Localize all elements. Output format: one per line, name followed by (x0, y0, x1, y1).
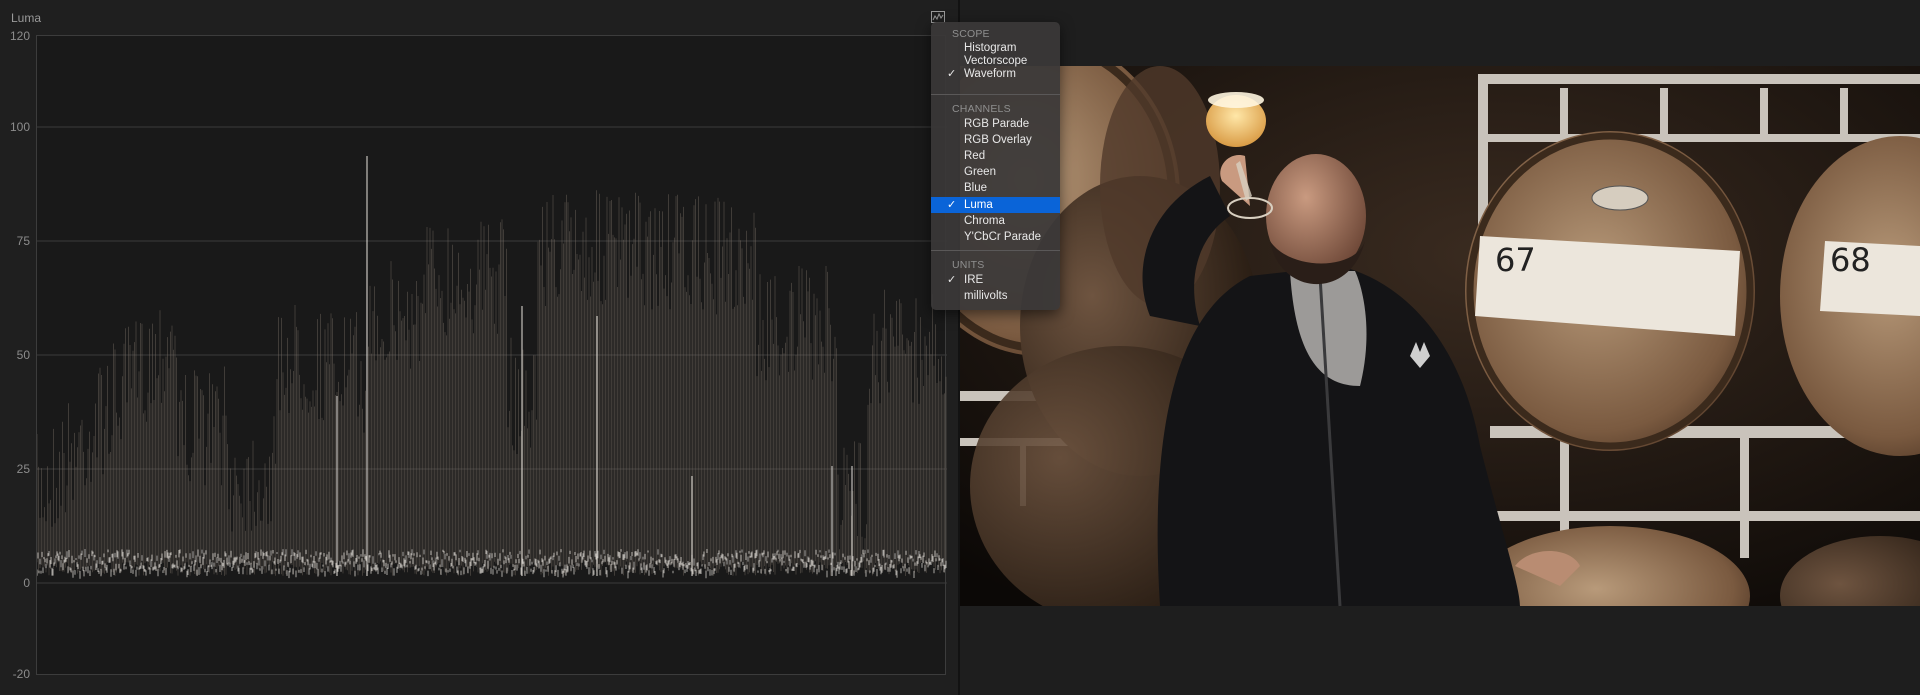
menu-item-label: Blue (964, 182, 988, 194)
barrel-number: 68 (1830, 241, 1871, 279)
menu-section-scope: SCOPE (952, 28, 990, 40)
checkmark-icon: ✓ (947, 68, 957, 80)
menu-item-label: Red (964, 150, 986, 162)
app-window: Luma 120 100 75 50 25 0 -20 67 68 SCOPE … (0, 0, 1920, 695)
menu-separator (931, 94, 1060, 95)
menu-item-waveform[interactable]: ✓ Waveform (931, 66, 1060, 82)
menu-item-ire[interactable]: ✓ IRE (931, 272, 1060, 288)
menu-item-red[interactable]: Red (931, 148, 1060, 164)
menu-item-label: Chroma (964, 215, 1005, 227)
scope-display-menu: SCOPE Histogram Vectorscope ✓ Waveform C… (931, 22, 1060, 310)
menu-item-label: millivolts (964, 290, 1008, 302)
waveform-graticule (36, 35, 947, 675)
menu-item-label: Green (964, 166, 996, 178)
checkmark-icon: ✓ (947, 274, 957, 286)
menu-item-rgb-parade[interactable]: RGB Parade (931, 116, 1060, 132)
menu-item-label: RGB Overlay (964, 134, 1032, 146)
viewer-frame-image: 67 68 (960, 66, 1920, 606)
barrel-number: 67 (1495, 241, 1536, 279)
menu-item-ycbcr-parade[interactable]: Y'CbCr Parade (931, 229, 1060, 245)
checkmark-icon: ✓ (947, 199, 957, 211)
menu-item-label: IRE (964, 274, 984, 286)
menu-item-label: Luma (964, 199, 993, 211)
menu-item-label: Waveform (964, 68, 1016, 80)
menu-section-channels: CHANNELS (952, 103, 1011, 115)
menu-item-luma[interactable]: ✓ Luma (931, 197, 1060, 213)
menu-item-label: RGB Parade (964, 118, 1030, 130)
ire-label: 120 (9, 29, 30, 43)
ire-label: 75 (16, 234, 30, 248)
menu-item-rgb-overlay[interactable]: RGB Overlay (931, 132, 1060, 148)
menu-item-blue[interactable]: Blue (931, 180, 1060, 196)
menu-separator (931, 250, 1060, 251)
ire-label: 50 (16, 348, 30, 362)
scope-settings-icon[interactable] (931, 10, 945, 23)
scope-title: Luma (11, 11, 42, 25)
menu-section-units: UNITS (952, 259, 985, 271)
luma-waveform-trace (37, 126, 947, 584)
ire-label: 0 (23, 576, 30, 590)
ire-label: 100 (9, 120, 30, 134)
menu-item-chroma[interactable]: Chroma (931, 213, 1060, 229)
menu-item-green[interactable]: Green (931, 164, 1060, 180)
menu-item-label: Y'CbCr Parade (964, 231, 1041, 243)
ire-label: 25 (16, 462, 30, 476)
menu-item-millivolts[interactable]: millivolts (931, 288, 1060, 304)
video-scope-panel: Luma 120 100 75 50 25 0 -20 (0, 0, 958, 695)
waveform-trace-fill (37, 190, 947, 576)
viewer-panel: 67 68 (960, 0, 1920, 695)
ire-label: -20 (12, 667, 30, 681)
